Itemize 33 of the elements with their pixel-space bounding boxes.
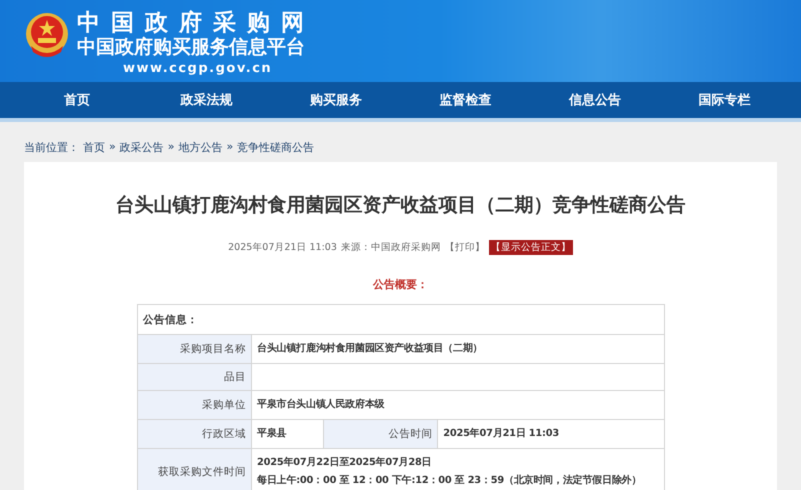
print-link[interactable]: 【打印】	[444, 241, 485, 254]
nav-link[interactable]: 首页	[64, 91, 90, 109]
emblem-icon	[25, 12, 69, 58]
show-body-button[interactable]: 【显示公告正文】	[488, 240, 573, 255]
field-value: 台头山镇打鹿沟村食用菌园区资产收益项目（二期）	[252, 334, 664, 364]
field-label: 品目	[138, 364, 252, 390]
nav-link[interactable]: 政采法规	[180, 91, 232, 109]
nav-link[interactable]: 监督检查	[439, 91, 492, 109]
source-text: 来源：中国政府采购网	[340, 241, 441, 254]
article-title: 台头山镇打鹿沟村食用菌园区资产收益项目（二期）竞争性磋商公告	[114, 193, 686, 218]
breadcrumb-separator: »	[109, 140, 116, 155]
field-label: 公告时间	[324, 420, 438, 448]
breadcrumb-separator: »	[168, 140, 174, 155]
field-label: 采购项目名称	[138, 334, 252, 364]
breadcrumb-label: 当前位置：	[24, 140, 79, 156]
breadcrumb-link[interactable]: 政采公告	[120, 140, 164, 162]
publish-date: 2025年07月21日 11:03	[228, 241, 337, 254]
breadcrumb-link[interactable]: 地方公告	[178, 140, 222, 162]
breadcrumb-separator: »	[226, 140, 234, 155]
breadcrumb-link[interactable]: 首页	[83, 140, 105, 162]
section-heading: 公告信息：	[138, 304, 664, 334]
nav-link[interactable]: 国际专栏	[698, 91, 750, 109]
summary-heading: 公告概要：	[372, 277, 429, 292]
breadcrumb-link[interactable]: 竞争性磋商公告	[237, 140, 314, 162]
nav-link[interactable]: 信息公告	[568, 91, 621, 109]
site-title: 中国政府采购网	[77, 12, 315, 35]
field-label: 行政区域	[138, 420, 252, 448]
site-subtitle: 中国政府购买服务信息平台	[77, 38, 306, 57]
site-url: www.ccgp.gov.cn	[122, 62, 274, 75]
nav-link[interactable]: 购买服务	[310, 91, 362, 109]
field-label: 获取采购文件时间	[138, 448, 252, 490]
field-value: 2025年07月21日 11:03	[438, 420, 664, 448]
field-label: 采购单位	[138, 390, 252, 420]
